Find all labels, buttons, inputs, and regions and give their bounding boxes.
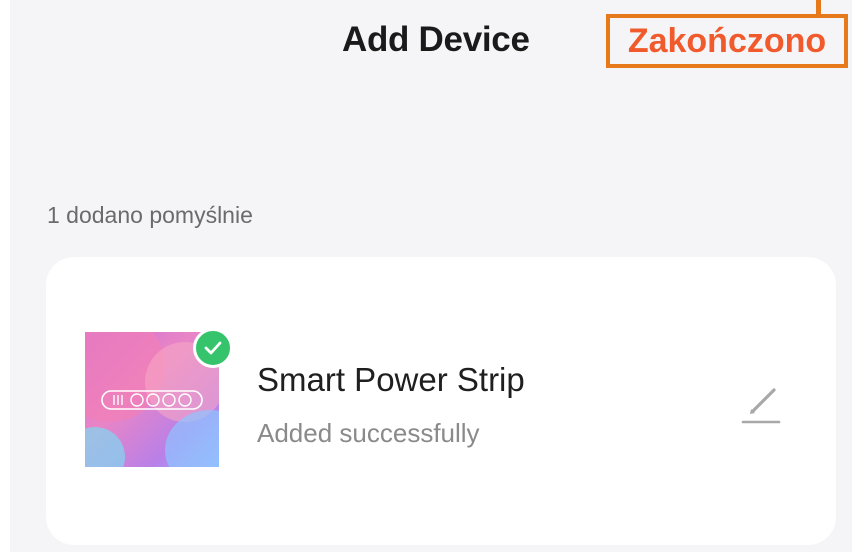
success-count-label: 1 dodano pomyślnie xyxy=(47,202,253,228)
add-device-screen: Add Device Zakończono 1 dodano pomyślnie xyxy=(10,0,852,552)
page-title: Add Device xyxy=(342,20,530,59)
pencil-icon xyxy=(741,388,781,424)
check-mark-glyph xyxy=(204,341,222,355)
device-card[interactable]: Smart Power Strip Added successfully xyxy=(46,257,836,545)
device-status: Added successfully xyxy=(257,418,480,448)
image-decor-blob xyxy=(85,427,125,467)
device-name: Smart Power Strip xyxy=(257,361,525,398)
power-strip-icon xyxy=(101,390,203,410)
highlight-callout-line xyxy=(816,0,821,14)
done-button[interactable]: Zakończono xyxy=(606,14,848,68)
edit-name-button[interactable] xyxy=(734,375,788,429)
check-icon xyxy=(193,328,233,368)
